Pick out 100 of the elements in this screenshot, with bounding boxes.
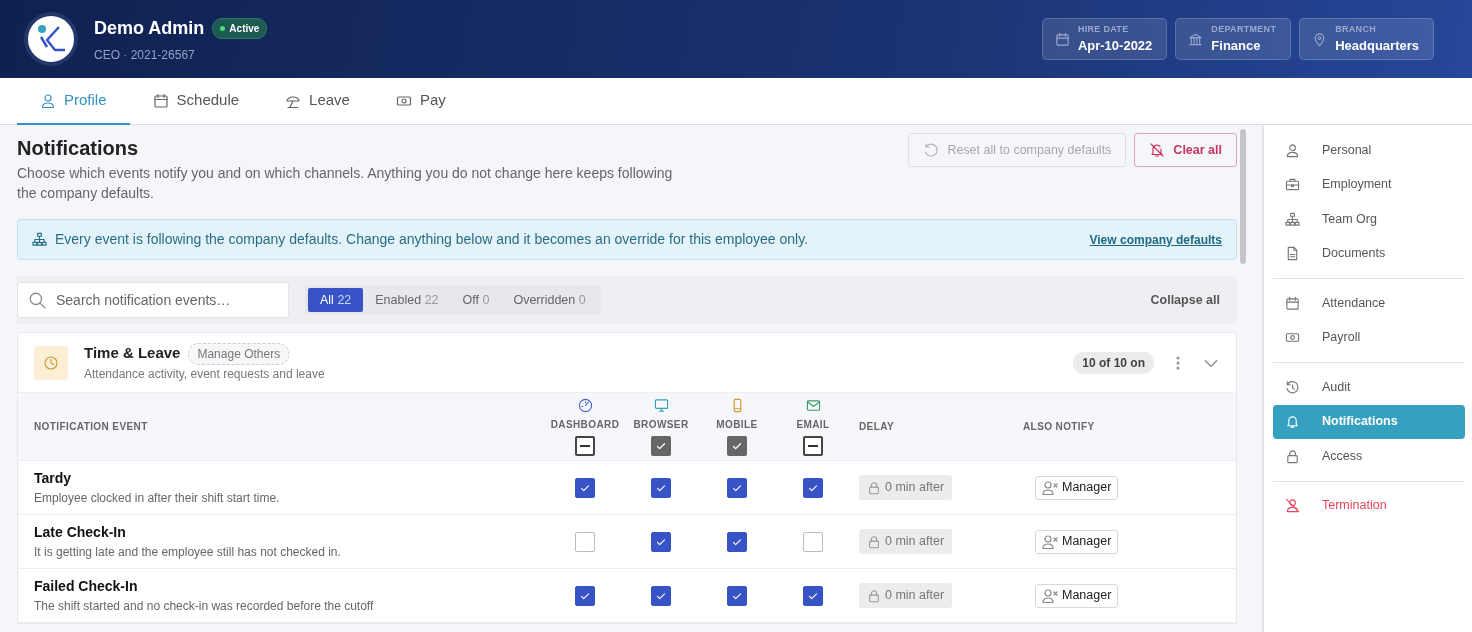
column-checkbox[interactable] [727,435,747,456]
event-title: Tardy [34,469,73,488]
delay-field[interactable]: 0 min after [859,583,953,608]
calendar-icon [152,92,169,109]
gauge-icon [577,397,593,413]
filter-tab[interactable]: Off 0 [450,287,502,313]
view-defaults-link[interactable]: View company defaults [1089,230,1222,249]
sidebar-item[interactable]: Team Org [1273,202,1465,237]
monitor-icon [653,397,669,413]
search-field[interactable]: Search notification events… [17,282,289,318]
sidebar-item[interactable]: Payroll [1273,320,1465,355]
sidebar-item[interactable]: Audit [1273,370,1465,405]
tab[interactable]: Leave [262,78,373,125]
person-icon [40,92,56,109]
calendar-icon [1054,31,1070,47]
notify-chip[interactable]: Manager [1035,475,1119,500]
person-remove-icon [1042,533,1058,550]
channel-checkbox[interactable] [651,585,671,606]
tab[interactable]: Pay [372,78,469,125]
reset-icon [923,142,940,158]
group-title: Time & Leave [84,343,181,364]
sidebar-item[interactable]: Termination [1273,488,1465,523]
channel-checkbox[interactable] [575,531,595,552]
channel-checkbox[interactable] [575,585,595,606]
event-title: Failed Check-In [34,577,139,596]
column-checkbox[interactable] [575,435,595,456]
search-icon [28,291,46,309]
chip-label: BRANCH [1335,22,1377,36]
filter-tab[interactable]: Enabled 22 [363,287,451,313]
column-header: ALSO NOTIFY [1023,420,1095,434]
sidebar-item[interactable]: Personal [1273,133,1465,168]
sidebar-item[interactable]: Attendance [1273,286,1465,321]
column-checkbox[interactable] [803,435,823,456]
sidebar-item[interactable]: Access [1273,439,1465,474]
notify-chip[interactable]: Manager [1035,583,1119,608]
envelope-icon [805,397,821,413]
channel-checkbox[interactable] [727,531,747,552]
chip-value: Finance [1211,37,1262,55]
person-remove-icon [1042,587,1058,604]
bell-icon [1285,414,1300,430]
channel-checkbox[interactable] [727,477,747,498]
lock-icon [867,480,881,495]
column-header: MOBILE [716,417,758,432]
channel-checkbox[interactable] [803,585,823,606]
sidebar-item[interactable]: Employment [1273,167,1465,202]
briefcase-icon [1285,177,1300,193]
delay-field[interactable]: 0 min after [859,529,953,554]
event-title: Late Check-In [34,523,127,542]
clear-all-button[interactable]: Clear all [1134,133,1237,167]
document-icon [1285,246,1300,262]
minus-icon [808,444,818,447]
column-checkbox[interactable] [651,435,671,456]
column-header: NOTIFICATION EVENT [34,420,148,434]
event-description: The shift started and no check-in was recorded before the cutoff [34,598,375,615]
event-description: Employee clocked in after their shift start time. [34,490,281,507]
filter-tab[interactable]: All 22 [308,287,364,313]
status-badge: Active [212,17,268,39]
delay-field[interactable]: 0 min after [859,475,953,500]
chip-label: DEPARTMENT [1211,22,1277,36]
filter-tab[interactable]: Overridden 0 [501,287,598,313]
lock-icon [1285,448,1300,464]
group-tag: Manage Others [188,342,290,365]
column-header: DELAY [859,420,894,434]
info-text: Every event is following the company defaults. Change anything below and it becomes an override for this employee only. [55,230,810,249]
column-header: EMAIL [796,417,830,432]
channel-checkbox[interactable] [803,477,823,498]
collapse-all-button[interactable]: Collapse all [1144,289,1226,311]
employee-name: Demo Admin [94,16,205,40]
page-description: Choose which events notify you and on which channels. Anything you do not change here keeps following the company defaults. [17,164,674,203]
search-input[interactable]: Search notification events… [54,288,278,312]
page-title: Notifications [17,136,140,161]
bell-off-icon [1149,142,1166,158]
column-header: DASHBOARD [550,417,620,432]
chip-value: Apr-10-2022 [1077,37,1153,55]
channel-checkbox[interactable] [803,531,823,552]
clock-glyph [43,354,59,371]
bank-building-icon [1188,31,1204,47]
lock-icon [867,588,881,603]
org-chart-icon [1285,211,1300,227]
history-icon [1285,379,1300,395]
person-remove-icon [1042,479,1058,496]
channel-checkbox[interactable] [575,477,595,498]
chip-value: Headquarters [1335,37,1419,55]
org-chart-icon [32,232,47,247]
person-icon [1285,142,1300,158]
sidebar-item[interactable]: Documents [1273,236,1465,271]
channel-checkbox[interactable] [651,531,671,552]
person-crossed-icon [1285,498,1300,514]
chip-label: HIRE DATE [1077,22,1130,36]
event-description: It is getting late and the employee still has not checked in. [34,544,342,561]
lock-icon [867,534,881,549]
employee-subtitle: CEO · 2021-26567 [94,46,196,64]
column-header: BROWSER [633,417,689,432]
minus-icon [580,444,590,447]
tab[interactable]: Schedule [129,78,263,125]
notify-chip[interactable]: Manager [1035,529,1119,554]
channel-checkbox[interactable] [651,477,671,498]
group-subtitle: Attendance activity, event requests and leave [84,365,325,383]
enabled-count: 10 of 10 on [1073,351,1154,374]
channel-checkbox[interactable] [727,585,747,606]
